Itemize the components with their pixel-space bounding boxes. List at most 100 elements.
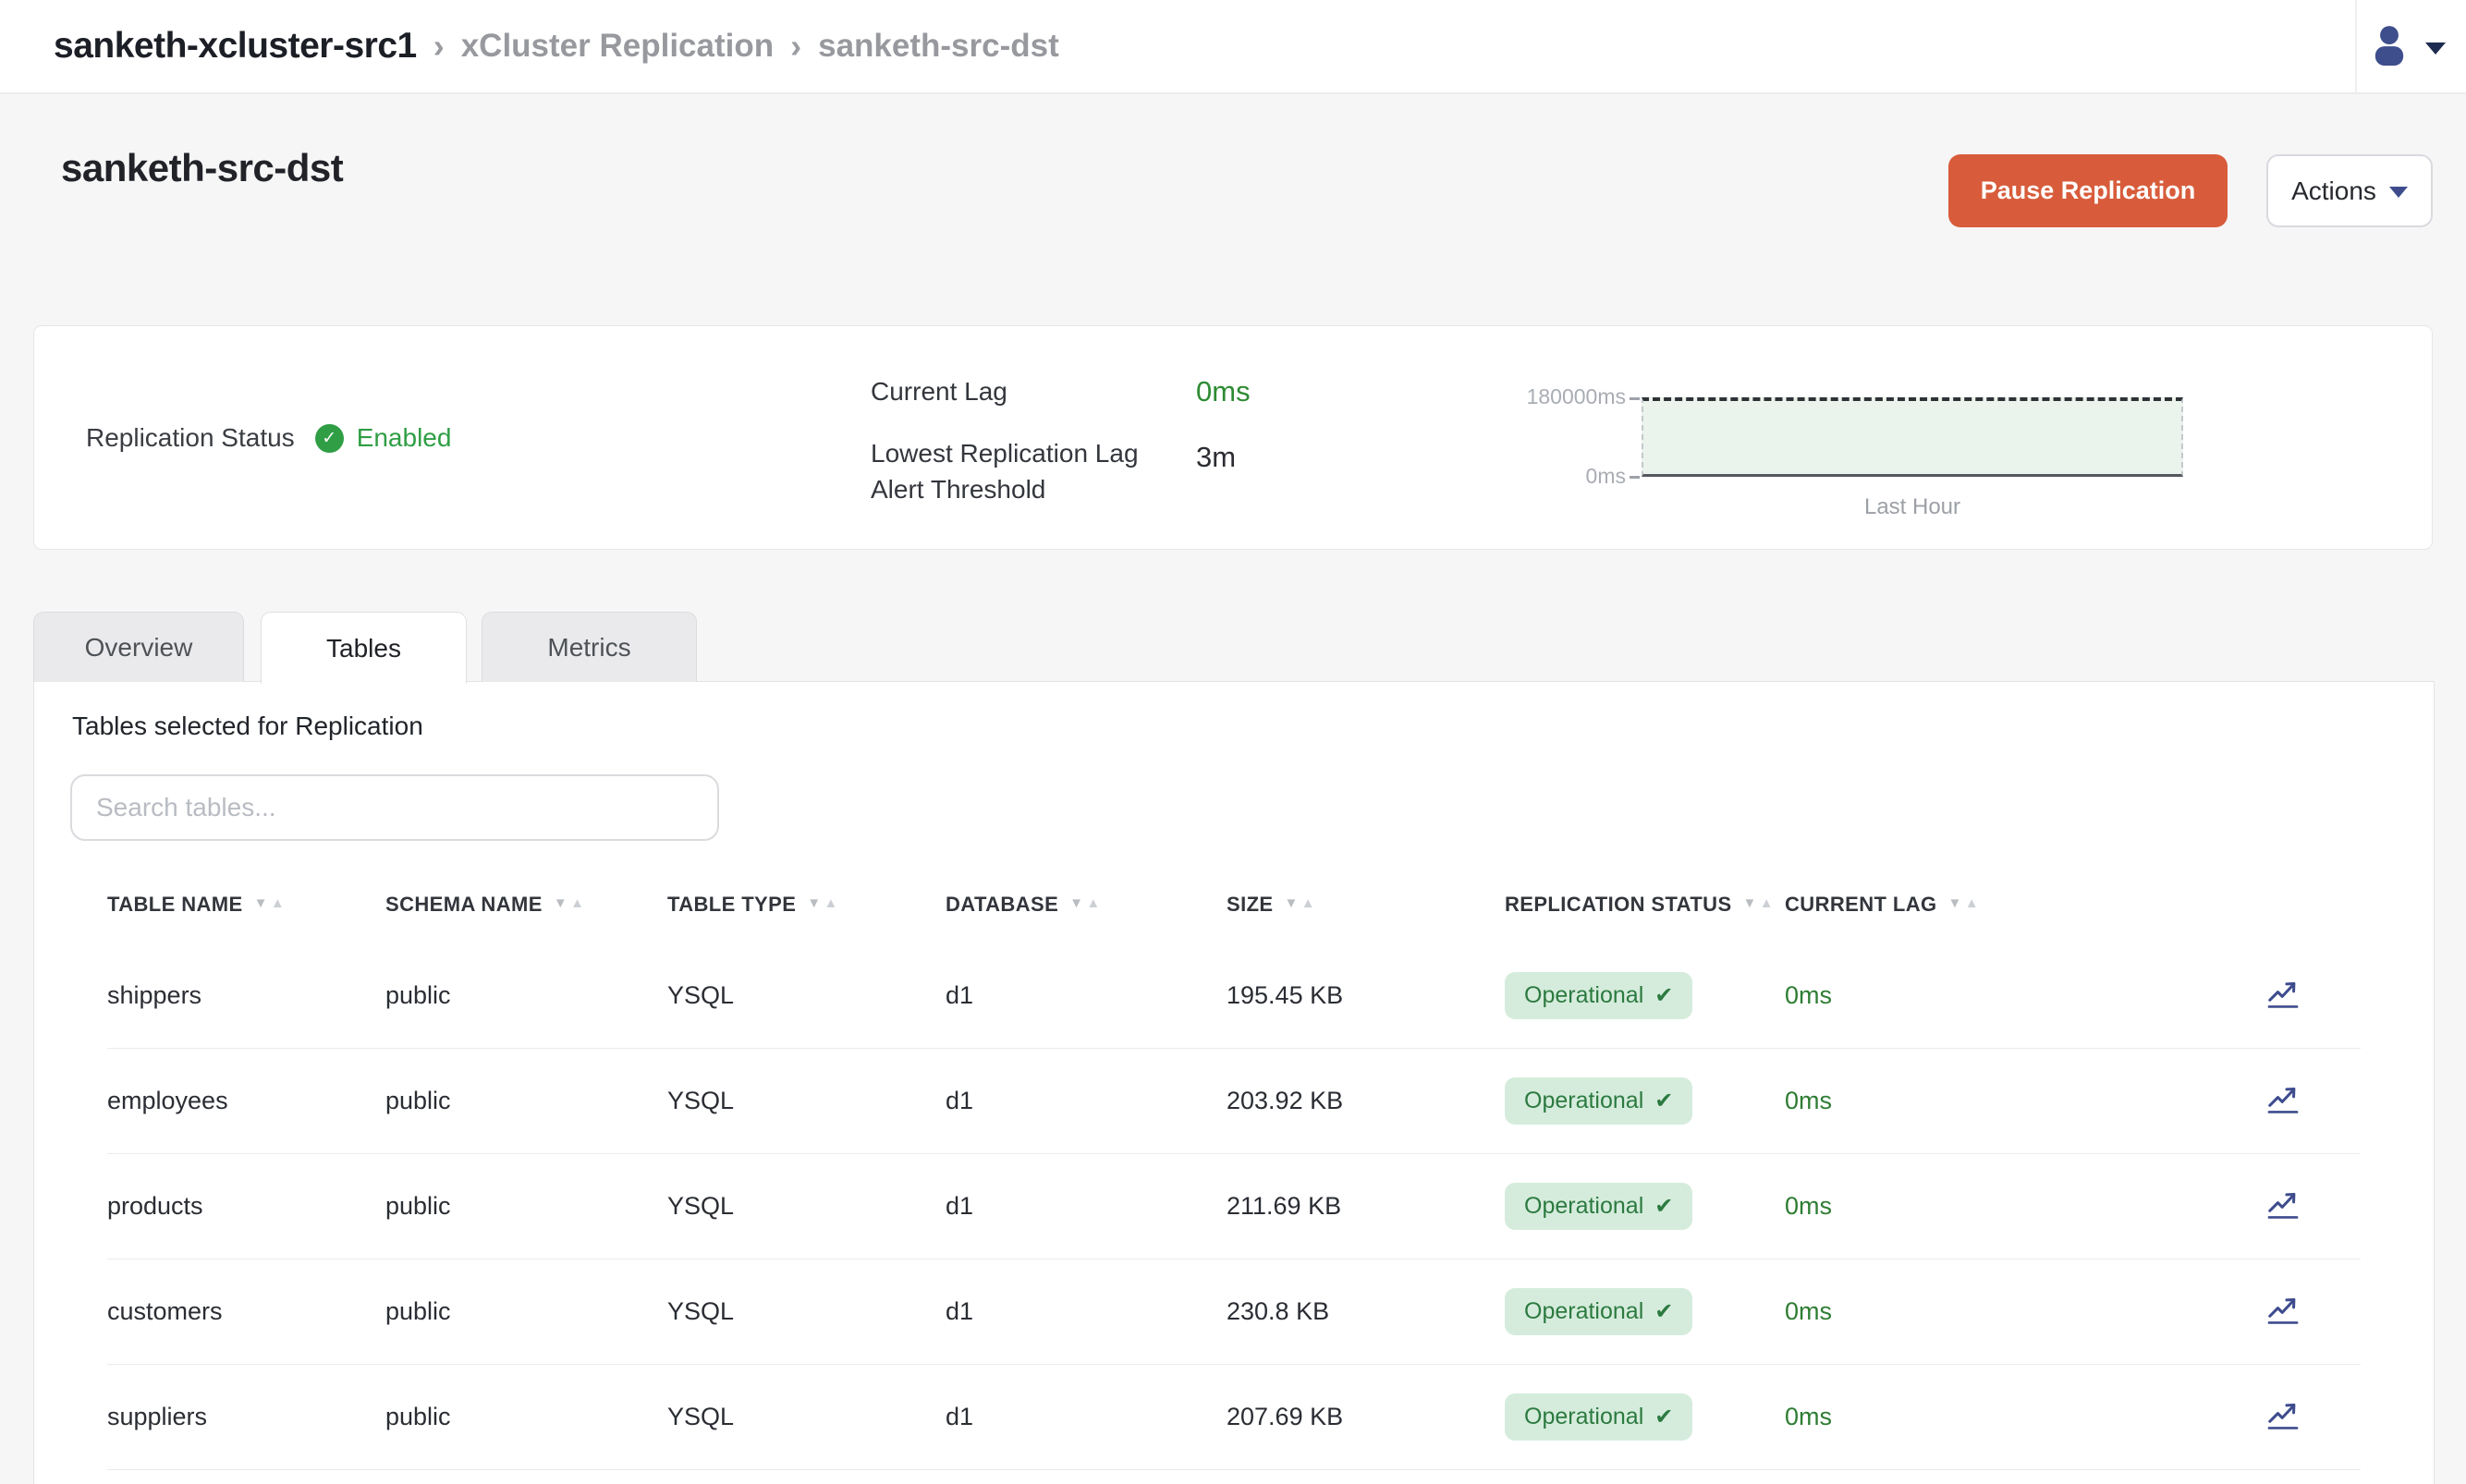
- sort-icon: ▼▲: [554, 896, 585, 910]
- column-header-table-type[interactable]: TABLE TYPE ▼▲: [667, 893, 946, 917]
- sort-icon: ▼▲: [1285, 896, 1316, 910]
- breadcrumb-separator: ›: [433, 27, 445, 66]
- cell-table-type: YSQL: [667, 1297, 946, 1326]
- lag-chart-button[interactable]: [2261, 1078, 2305, 1121]
- lag-threshold-value: 3m: [1196, 441, 1236, 474]
- column-header-current-lag[interactable]: CURRENT LAG ▼▲: [1785, 893, 2261, 917]
- cell-database: d1: [946, 981, 1227, 1010]
- lag-chart-button[interactable]: [2261, 1394, 2305, 1437]
- replication-status-value: Enabled: [357, 423, 452, 453]
- cell-size: 203.92 KB: [1227, 1087, 1505, 1115]
- cell-replication-status: Operational ✔: [1505, 1183, 1785, 1230]
- cell-table-name: shippers: [107, 981, 385, 1010]
- sort-icon: ▼▲: [1948, 896, 1980, 910]
- pause-replication-button[interactable]: Pause Replication: [1948, 154, 2228, 227]
- check-icon: ✔: [1654, 1298, 1673, 1325]
- replication-status-label: Replication Status: [86, 423, 295, 453]
- column-header-label: SCHEMA NAME: [385, 893, 543, 917]
- lag-chart-tick: [1630, 397, 1640, 400]
- breadcrumb-separator: ›: [790, 27, 801, 66]
- column-header-label: CURRENT LAG: [1785, 893, 1937, 917]
- cell-replication-status: Operational ✔: [1505, 1393, 1785, 1441]
- chevron-down-icon: [2389, 187, 2408, 198]
- tab-metrics[interactable]: Metrics: [482, 612, 697, 682]
- table-header-row: TABLE NAME ▼▲ SCHEMA NAME ▼▲ TABLE TYPE …: [107, 865, 2361, 943]
- breadcrumb: sanketh-xcluster-src1 › xCluster Replica…: [54, 0, 1059, 92]
- cell-table-type: YSQL: [667, 1403, 946, 1431]
- cell-current-lag: 0ms: [1785, 1297, 2261, 1326]
- status-badge-label: Operational: [1524, 982, 1643, 1009]
- trend-chart-icon: [2265, 977, 2301, 1012]
- status-badge-label: Operational: [1524, 1088, 1643, 1114]
- lag-chart-button[interactable]: [2261, 973, 2305, 1016]
- check-icon: ✔: [1654, 1088, 1673, 1114]
- sort-icon: ▼▲: [807, 896, 838, 910]
- sort-icon: ▼▲: [254, 896, 286, 910]
- tab-tables[interactable]: Tables: [261, 612, 467, 684]
- user-menu[interactable]: [2359, 0, 2455, 92]
- column-header-label: DATABASE: [946, 893, 1058, 917]
- cell-replication-status: Operational ✔: [1505, 1288, 1785, 1335]
- cell-table-name: suppliers: [107, 1403, 385, 1431]
- check-icon: ✔: [1654, 1193, 1673, 1220]
- cell-current-lag: 0ms: [1785, 1192, 2261, 1221]
- trend-chart-icon: [2265, 1293, 2301, 1328]
- breadcrumb-cluster-link[interactable]: sanketh-xcluster-src1: [54, 26, 417, 67]
- cell-table-type: YSQL: [667, 1087, 946, 1115]
- column-header-size[interactable]: SIZE ▼▲: [1227, 893, 1505, 917]
- chevron-down-icon: [2425, 43, 2446, 55]
- column-header-replication-status[interactable]: REPLICATION STATUS ▼▲: [1505, 893, 1785, 917]
- sort-icon: ▼▲: [1743, 896, 1775, 910]
- table-row: suppliers public YSQL d1 207.69 KB Opera…: [107, 1365, 2361, 1470]
- lag-chart-tick: [1630, 476, 1640, 479]
- cell-table-name: products: [107, 1192, 385, 1221]
- cell-schema-name: public: [385, 1297, 667, 1326]
- table-row: products public YSQL d1 211.69 KB Operat…: [107, 1154, 2361, 1259]
- trend-chart-icon: [2265, 1398, 2301, 1433]
- cell-database: d1: [946, 1087, 1227, 1115]
- lag-chart-button[interactable]: [2261, 1289, 2305, 1332]
- current-lag-value: 0ms: [1196, 375, 1251, 408]
- column-header-table-name[interactable]: TABLE NAME ▼▲: [107, 893, 385, 917]
- current-lag-label: Current Lag: [871, 377, 1007, 407]
- column-header-label: TABLE NAME: [107, 893, 243, 917]
- user-icon: [2368, 23, 2411, 70]
- table-row: employees public YSQL d1 203.92 KB Opera…: [107, 1049, 2361, 1154]
- status-badge: Operational ✔: [1505, 1183, 1692, 1230]
- search-tables-input[interactable]: [70, 774, 719, 841]
- cell-database: d1: [946, 1403, 1227, 1431]
- lag-threshold-label-line1: Lowest Replication Lag: [871, 439, 1139, 468]
- actions-button-label: Actions: [2291, 176, 2376, 206]
- replication-tables-table: TABLE NAME ▼▲ SCHEMA NAME ▼▲ TABLE TYPE …: [107, 865, 2361, 1470]
- status-badge: Operational ✔: [1505, 1077, 1692, 1125]
- column-header-schema-name[interactable]: SCHEMA NAME ▼▲: [385, 893, 667, 917]
- status-badge-label: Operational: [1524, 1404, 1643, 1430]
- check-circle-icon: ✓: [315, 424, 344, 453]
- status-badge: Operational ✔: [1505, 1288, 1692, 1335]
- lag-mini-chart: [1642, 397, 2183, 477]
- cell-database: d1: [946, 1192, 1227, 1221]
- cell-table-type: YSQL: [667, 981, 946, 1010]
- breadcrumb-section-link[interactable]: xCluster Replication: [461, 28, 774, 65]
- cell-size: 195.45 KB: [1227, 981, 1505, 1010]
- cell-database: d1: [946, 1297, 1227, 1326]
- cell-size: 207.69 KB: [1227, 1403, 1505, 1431]
- sort-icon: ▼▲: [1069, 896, 1101, 910]
- cell-schema-name: public: [385, 981, 667, 1010]
- top-navigation-bar: sanketh-xcluster-src1 › xCluster Replica…: [0, 0, 2466, 94]
- lag-chart-button[interactable]: [2261, 1184, 2305, 1226]
- column-header-label: TABLE TYPE: [667, 893, 796, 917]
- topbar-divider: [2355, 0, 2357, 92]
- column-header-label: SIZE: [1227, 893, 1274, 917]
- tables-panel: Tables selected for Replication TABLE NA…: [33, 681, 2435, 1484]
- lag-chart-ymax-label: 180000ms: [1527, 384, 1626, 409]
- cell-size: 230.8 KB: [1227, 1297, 1505, 1326]
- tab-overview[interactable]: Overview: [33, 612, 244, 682]
- lag-threshold-label-line2: Alert Threshold: [871, 475, 1045, 505]
- replication-status-card: Replication Status ✓ Enabled Current Lag…: [33, 325, 2433, 550]
- cell-schema-name: public: [385, 1192, 667, 1221]
- status-badge-label: Operational: [1524, 1298, 1643, 1325]
- actions-dropdown-button[interactable]: Actions: [2266, 154, 2433, 227]
- column-header-database[interactable]: DATABASE ▼▲: [946, 893, 1227, 917]
- cell-actions: [2261, 1394, 2361, 1440]
